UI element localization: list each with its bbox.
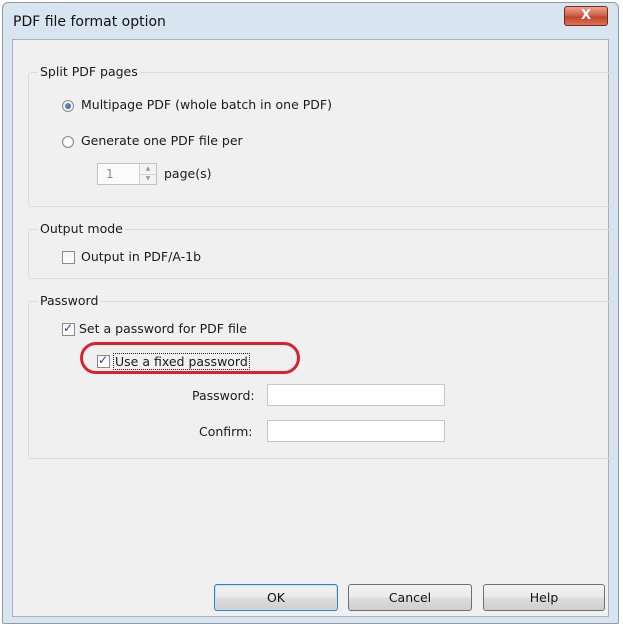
password-group-label: Password: [38, 293, 101, 308]
generate-per-page-radio[interactable]: [62, 136, 74, 148]
output-mode-group: Output mode Output in PDF/A-1b: [28, 221, 614, 279]
dialog-client-area: Split PDF pages Multipage PDF (whole bat…: [12, 39, 614, 617]
ok-button[interactable]: OK: [214, 584, 338, 611]
confirm-password-input[interactable]: [267, 420, 445, 442]
generate-per-page-label[interactable]: Generate one PDF file per: [81, 133, 243, 148]
password-input[interactable]: [267, 384, 445, 406]
confirm-field-label: Confirm:: [199, 424, 253, 439]
split-pdf-pages-label: Split PDF pages: [38, 64, 140, 79]
pages-per-file-spinner[interactable]: 1 ▲ ▼: [97, 163, 157, 185]
radio-selected-dot: [65, 103, 71, 109]
pages-unit-label: page(s): [164, 166, 212, 181]
output-mode-label: Output mode: [38, 221, 125, 236]
dialog-window: PDF file format option X Split PDF pages…: [2, 2, 619, 624]
split-pdf-pages-group: Split PDF pages Multipage PDF (whole bat…: [28, 64, 614, 207]
password-group: Password ✓ Set a password for PDF file ✓…: [28, 293, 614, 459]
dialog-title: PDF file format option: [13, 14, 166, 30]
set-password-label[interactable]: Set a password for PDF file: [79, 321, 247, 336]
close-button[interactable]: X: [564, 6, 608, 26]
pdfa-checkbox[interactable]: [62, 251, 75, 264]
title-bar[interactable]: PDF file format option X: [3, 3, 618, 39]
spin-down-icon[interactable]: ▼: [140, 174, 156, 184]
help-button[interactable]: Help: [483, 584, 605, 611]
multipage-radio-label[interactable]: Multipage PDF (whole batch in one PDF): [81, 97, 332, 112]
fixed-password-highlight-ellipse: [80, 342, 300, 374]
cancel-button[interactable]: Cancel: [348, 584, 472, 611]
pdfa-checkbox-label[interactable]: Output in PDF/A-1b: [81, 249, 201, 264]
password-field-label: Password:: [192, 388, 255, 403]
set-password-checkbox[interactable]: ✓: [62, 321, 75, 336]
spinner-buttons: ▲ ▼: [139, 164, 156, 184]
multipage-radio[interactable]: [62, 100, 74, 112]
pages-per-file-value[interactable]: 1: [106, 167, 114, 181]
checkmark-icon: ✓: [63, 321, 74, 335]
close-icon: X: [580, 8, 592, 23]
